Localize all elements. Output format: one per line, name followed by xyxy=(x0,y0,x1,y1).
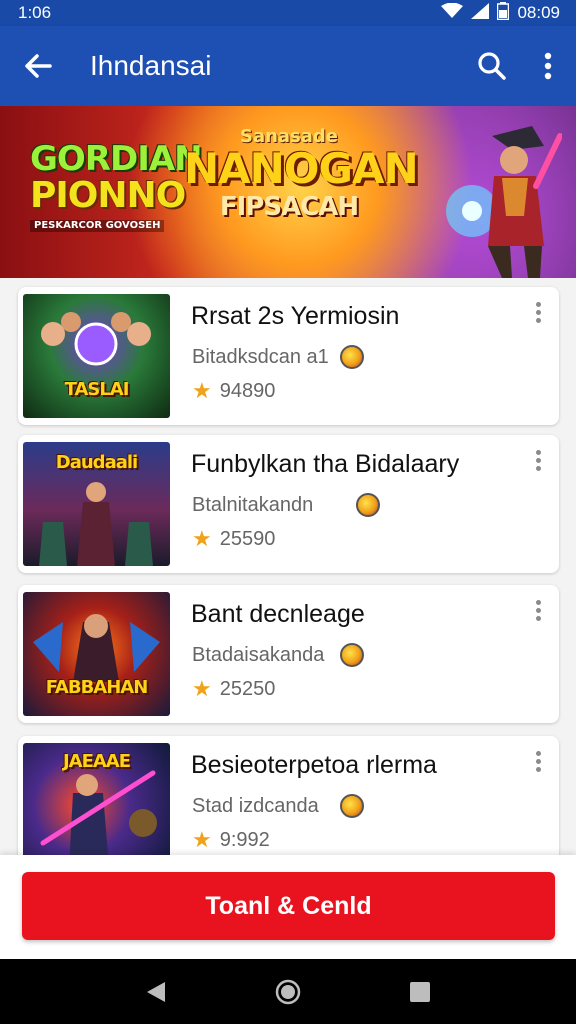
thumbnail-title: FABBAHAN xyxy=(45,677,149,698)
developer-name: Btadaisakanda xyxy=(192,644,325,666)
nav-back-button[interactable] xyxy=(136,972,176,1012)
thumbnail-title: Daudaali xyxy=(55,452,138,473)
rating-value: 25590 xyxy=(219,527,276,550)
wifi-icon xyxy=(441,2,464,24)
rating: ★ 25590 xyxy=(192,526,275,552)
signal-icon xyxy=(471,2,490,24)
game-thumbnail: Daudaali xyxy=(23,442,170,566)
item-more-menu-button[interactable] xyxy=(523,595,553,625)
status-icons: 08:09 xyxy=(441,1,560,25)
banner-center-title: NANOGAN xyxy=(184,144,419,193)
nav-home-button[interactable] xyxy=(268,972,308,1012)
app-bar: Ihndansai xyxy=(0,26,576,106)
developer-name: Stad izdcanda xyxy=(192,795,319,817)
list-item[interactable]: FABBAHAN Bant decnleage Btadaisakanda ★ … xyxy=(18,585,559,723)
nav-recents-button[interactable] xyxy=(400,972,440,1012)
game-title: Bant decnleage xyxy=(191,600,365,628)
star-icon: ★ xyxy=(192,526,212,551)
banner-left-title-1: GORDIAN xyxy=(30,139,203,179)
item-more-menu-button[interactable] xyxy=(523,445,553,475)
game-title: Besieoterpetoa rlerma xyxy=(191,751,437,779)
developer-name: Bitadksdcan a1 xyxy=(192,346,329,368)
banner-left-logo: GORDIAN PIONNO PESKARCOR GOVOSEH xyxy=(30,139,203,232)
banner-center-sub: FIPSACAH xyxy=(219,192,359,222)
banner-left-subtitle: PESKARCOR GOVOSEH xyxy=(30,220,165,232)
system-navigation-bar xyxy=(0,959,576,1024)
arrow-left-icon xyxy=(25,54,52,78)
more-vert-icon xyxy=(544,52,552,80)
status-time-right: 08:09 xyxy=(517,3,560,22)
featured-banner[interactable]: GORDIAN PIONNO PESKARCOR GOVOSEH Sanasad… xyxy=(0,106,576,278)
primary-action-button[interactable]: Toanl & Cenld xyxy=(22,872,555,940)
back-button[interactable] xyxy=(0,26,76,106)
game-thumbnail: JAEAAE xyxy=(23,743,170,867)
rating: ★ 94890 xyxy=(192,378,275,404)
home-circle-icon xyxy=(275,979,301,1004)
verified-badge-icon xyxy=(340,643,364,667)
game-title: Rrsat 2s Yermiosin xyxy=(191,302,400,330)
verified-badge-icon xyxy=(340,794,364,818)
banner-center-logo: Sanasade NANOGAN FIPSACAH xyxy=(184,128,419,222)
search-button[interactable] xyxy=(464,26,520,106)
bottom-action-area: Toanl & Cenld xyxy=(0,855,576,959)
overflow-menu-button[interactable] xyxy=(520,26,576,106)
rating-value: 94890 xyxy=(219,379,276,402)
rating: ★ 9:992 xyxy=(192,827,270,853)
verified-badge-icon xyxy=(340,345,364,369)
rating: ★ 25250 xyxy=(192,676,275,702)
star-icon: ★ xyxy=(192,378,212,403)
rating-value: 25250 xyxy=(219,677,276,700)
rating-value: 9:992 xyxy=(219,828,270,851)
page-title: Ihndansai xyxy=(90,50,212,81)
status-time-left: 1:06 xyxy=(18,3,52,22)
list-item[interactable]: TASLAI Rrsat 2s Yermiosin Bitadksdcan a1… xyxy=(18,287,559,425)
game-thumbnail: TASLAI xyxy=(23,294,170,418)
developer-name: Btalnitakandn xyxy=(192,494,314,516)
list-item[interactable]: Daudaali Funbylkan tha Bidalaary Btalnit… xyxy=(18,435,559,573)
banner-left-title-2: PIONNO xyxy=(30,175,186,216)
triangle-back-icon xyxy=(147,981,165,1002)
thumbnail-title: TASLAI xyxy=(64,379,130,400)
game-title: Funbylkan tha Bidalaary xyxy=(191,450,460,478)
verified-badge-icon xyxy=(356,493,380,517)
star-icon: ★ xyxy=(192,827,212,852)
thumbnail-title: JAEAAE xyxy=(62,751,131,772)
status-bar: 1:06 08:09 xyxy=(0,0,576,26)
list-item[interactable]: JAEAAE Besieoterpetoa rlerma Stad izdcan… xyxy=(18,736,559,874)
game-thumbnail: FABBAHAN xyxy=(23,592,170,716)
battery-icon xyxy=(497,1,510,25)
hero-character-art xyxy=(446,126,562,278)
star-icon: ★ xyxy=(192,676,212,701)
square-recents-icon xyxy=(410,981,430,1002)
search-icon xyxy=(478,52,506,80)
item-more-menu-button[interactable] xyxy=(523,297,553,327)
item-more-menu-button[interactable] xyxy=(523,746,553,776)
